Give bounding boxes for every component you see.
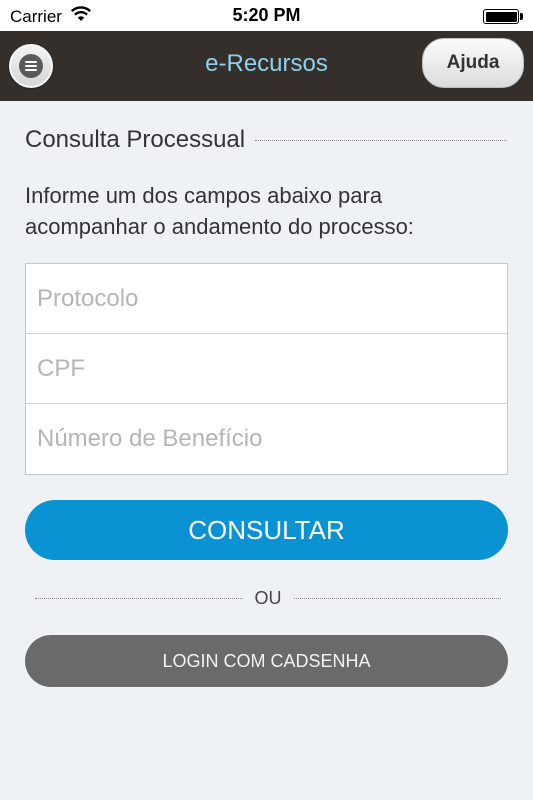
login-cadsenha-button[interactable]: LOGIN COM CADSENHA xyxy=(25,635,508,687)
or-rule-right xyxy=(293,597,501,599)
status-bar: Carrier 5:20 PM xyxy=(0,0,533,31)
benefit-number-field[interactable]: Número de Benefício xyxy=(26,404,507,474)
section-header: Consulta Processual xyxy=(25,124,507,156)
consult-button[interactable]: CONSULTAR xyxy=(25,500,508,560)
clock: 5:20 PM xyxy=(232,5,301,25)
or-divider: OU xyxy=(35,586,501,610)
or-rule-left xyxy=(35,597,243,599)
instructions-text: Informe um dos campos abaixo para acompa… xyxy=(25,183,414,239)
cpf-field[interactable]: CPF xyxy=(26,334,507,404)
help-button[interactable]: Ajuda xyxy=(422,38,524,88)
or-label: OU xyxy=(254,587,282,608)
search-form: Protocolo CPF Número de Benefício xyxy=(25,263,508,475)
protocol-field[interactable]: Protocolo xyxy=(26,264,507,334)
nav-bar: e-Recursos Ajuda xyxy=(0,31,533,101)
page-title: Consulta Processual xyxy=(25,126,246,153)
battery-icon xyxy=(483,9,523,24)
title-divider xyxy=(255,139,507,141)
